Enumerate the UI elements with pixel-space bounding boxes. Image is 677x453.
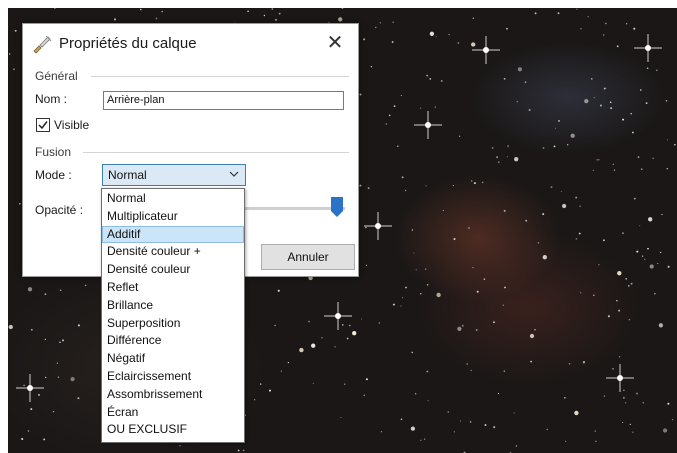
mode-option-label: Densité couleur + — [107, 244, 201, 259]
mode-option[interactable]: Reflet — [103, 280, 243, 295]
mode-option-label: Normal — [107, 191, 146, 205]
dialog-title: Propriétés du calque — [59, 35, 197, 52]
name-label: Nom : — [35, 92, 68, 106]
mode-option-label: OU EXCLUSIF — [107, 422, 188, 437]
fusion-divider — [83, 152, 349, 153]
mode-option[interactable]: Multiplicateur — [103, 209, 243, 224]
cancel-button[interactable]: Annuler — [261, 244, 355, 270]
opacity-slider-track[interactable] — [245, 207, 345, 210]
mode-dropdown-list: Normal Multiplicateur Additif Densité coule… — [101, 188, 245, 443]
mode-option-label: Densité couleur — [107, 262, 191, 277]
mode-option-label: Assombrissement — [107, 386, 203, 401]
general-divider — [91, 76, 349, 77]
mode-option[interactable]: Différence — [103, 333, 243, 348]
chevron-down-icon — [229, 171, 239, 177]
mode-option-label: Brillance — [107, 297, 154, 312]
opacity-slider-thumb[interactable] — [331, 197, 343, 217]
mode-option[interactable]: Superposition — [103, 316, 243, 331]
mode-option[interactable]: Densité couleur + — [103, 244, 243, 259]
mode-option-label: Reflet — [107, 280, 139, 294]
mode-option[interactable]: Eclaircissement — [103, 369, 243, 384]
mode-option[interactable]: Brillance — [103, 298, 243, 313]
mode-option-label: Écran — [107, 404, 139, 419]
mode-option[interactable]: Négatif — [103, 351, 243, 366]
checkmark-icon — [38, 121, 48, 130]
mode-option-label: Superposition — [107, 315, 181, 330]
brush-icon — [33, 35, 52, 54]
mode-option-label: Multiplicateur — [107, 208, 178, 223]
title-bar[interactable]: Propriétés du calque ✕ — [23, 24, 358, 62]
close-button[interactable]: ✕ — [321, 30, 349, 56]
mode-option[interactable]: Écran — [103, 405, 243, 420]
opacity-label: Opacité : — [35, 203, 84, 217]
mode-option[interactable]: Assombrissement — [103, 387, 243, 402]
general-group-label: Général — [35, 69, 78, 83]
mode-option[interactable]: OU EXCLUSIF — [103, 422, 243, 437]
mode-option[interactable]: Normal — [103, 191, 243, 206]
visible-checkbox[interactable] — [36, 118, 50, 132]
fusion-group-label: Fusion — [35, 145, 72, 159]
mode-label: Mode : — [35, 168, 72, 182]
mode-option[interactable]: Densité couleur — [103, 262, 243, 277]
name-input[interactable]: Arrière-plan — [103, 91, 344, 110]
mode-select-value: Normal — [108, 168, 147, 182]
mode-option-label: Différence — [107, 333, 162, 348]
mode-option-label: Négatif — [107, 351, 146, 366]
mode-select[interactable]: Normal — [102, 164, 246, 186]
mode-option[interactable]: Additif — [102, 225, 244, 243]
mode-option-label: Eclaircissement — [107, 369, 192, 383]
mode-option-label: Additif — [107, 226, 141, 241]
visible-label: Visible — [54, 118, 90, 132]
